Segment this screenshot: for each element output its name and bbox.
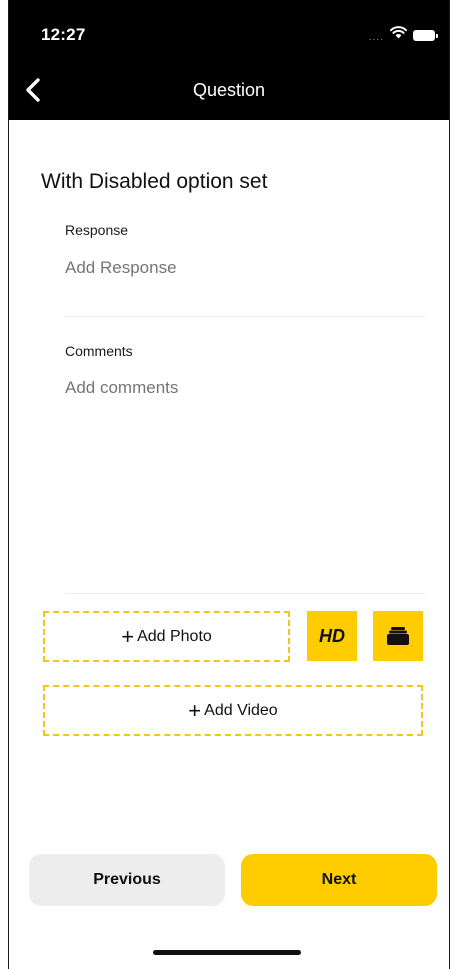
comments-label: Comments <box>65 343 133 359</box>
plus-icon: + <box>188 697 202 723</box>
header-bar: 12:27 .... Question <box>9 0 449 120</box>
next-label: Next <box>321 871 357 888</box>
hd-label: HD <box>319 625 345 646</box>
gallery-button[interactable] <box>373 611 423 661</box>
next-button[interactable]: Next <box>241 854 437 906</box>
plus-icon: + <box>121 623 135 649</box>
question-title: With Disabled option set <box>41 170 268 193</box>
comments-divider <box>65 593 425 594</box>
status-icons: .... <box>368 26 438 44</box>
battery-icon <box>413 29 438 41</box>
previous-button[interactable]: Previous <box>29 854 225 906</box>
previous-label: Previous <box>93 871 161 888</box>
status-time: 12:27 <box>41 25 86 44</box>
signal-icon: .... <box>368 31 384 43</box>
add-video-button[interactable]: + Add Video <box>43 685 423 736</box>
question-screen: 12:27 .... Question With Disabled option… <box>8 0 450 969</box>
hd-toggle-button[interactable]: HD <box>307 611 357 661</box>
add-photo-label: Add Photo <box>137 627 212 645</box>
add-photo-button[interactable]: + Add Photo <box>43 611 290 662</box>
add-video-label: Add Video <box>204 701 278 719</box>
comments-input[interactable] <box>65 378 425 398</box>
wifi-icon <box>390 26 407 44</box>
response-label: Response <box>65 222 129 238</box>
response-input[interactable] <box>65 258 425 278</box>
response-divider <box>65 316 425 317</box>
page-title: Question <box>192 80 266 100</box>
photo-stack-icon <box>387 627 409 645</box>
home-indicator <box>153 950 301 955</box>
